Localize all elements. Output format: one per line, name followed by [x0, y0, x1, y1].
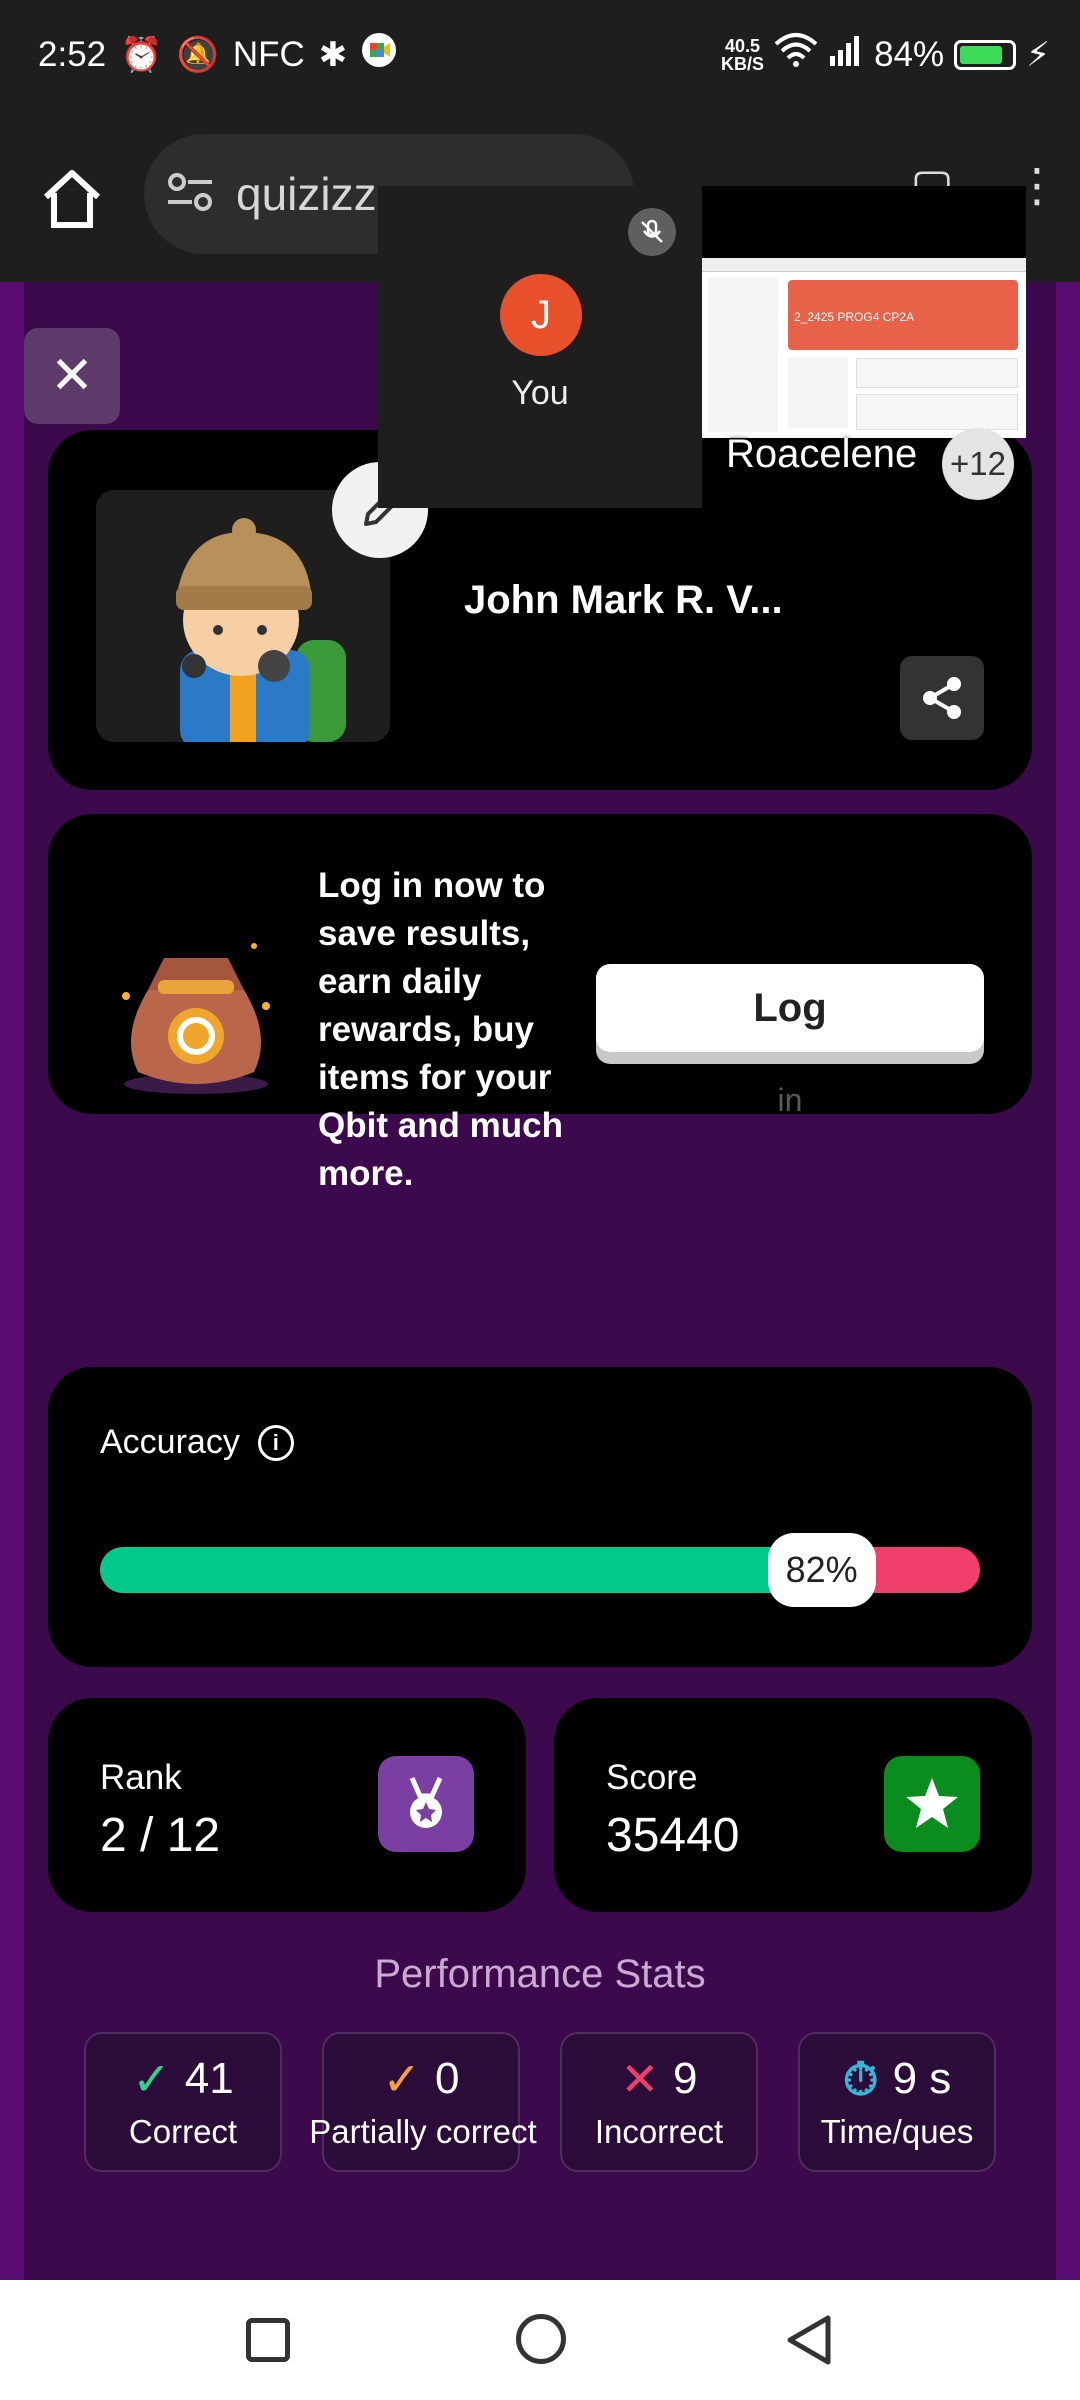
mic-off-icon: [628, 208, 676, 256]
performance-stats: ✓ 41 Correct ✓ 0 Partially correct ✕ 9 I…: [84, 2032, 996, 2172]
home-button[interactable]: [38, 165, 106, 233]
accuracy-label: Accuracy: [100, 1423, 240, 1461]
battery-icon: [954, 39, 1017, 70]
presenter-name: Roacelene: [726, 432, 918, 476]
battery-percent: 84%: [874, 34, 945, 74]
close-icon: ✕: [50, 347, 94, 405]
share-button[interactable]: [900, 656, 984, 740]
rank-card: Rank 2 / 12: [48, 1698, 526, 1912]
rank-value: 2 / 12: [100, 1809, 221, 1862]
rank-label: Rank: [100, 1758, 182, 1797]
shared-screen-title: 2_2425 PROG4 CP2A: [794, 310, 915, 324]
alarm-icon: ⏰: [120, 35, 163, 74]
system-nav-bar: [0, 2280, 1080, 2400]
more-participants-badge[interactable]: +12: [942, 428, 1014, 500]
accuracy-percent: 82%: [767, 1533, 876, 1607]
back-icon: [787, 2315, 831, 2365]
partial-count: 0: [435, 2054, 460, 2103]
accuracy-bar-fill: [100, 1547, 822, 1593]
login-button-overflow: in: [777, 1082, 803, 1118]
battery-level: [960, 45, 1003, 64]
home-icon: [43, 170, 101, 228]
close-button[interactable]: ✕: [24, 328, 120, 424]
meet-app-icon: [361, 32, 397, 77]
time-label: Time/ques: [820, 2113, 974, 2150]
home-nav-button[interactable]: [516, 2314, 566, 2364]
stat-time-per-question: ⏱ 9 s Time/ques: [798, 2032, 996, 2172]
presenter-screen-tile[interactable]: 2_2425 PROG4 CP2A: [702, 186, 1026, 438]
participant-avatar: J: [500, 274, 582, 356]
status-bar: 2:52 ⏰ 🔕 NFC ✱ 40.5 KB/S 84% ⚡: [0, 0, 1080, 110]
stat-correct: ✓ 41 Correct: [84, 2032, 282, 2172]
back-button[interactable]: [784, 2314, 832, 2371]
partial-check-icon: ✓: [382, 2053, 422, 2105]
bluetooth-icon: ✱: [318, 35, 348, 74]
player-name: John Mark R. V...: [464, 578, 783, 622]
check-icon: ✓: [132, 2053, 171, 2105]
cross-icon: ✕: [620, 2053, 660, 2105]
score-value: 35440: [606, 1809, 740, 1862]
score-label: Score: [606, 1758, 698, 1797]
stat-partially-correct: ✓ 0 Partially correct: [309, 2032, 537, 2172]
time-value: 9 s: [892, 2054, 952, 2103]
notifications-off-icon: 🔕: [176, 35, 219, 74]
incorrect-label: Incorrect: [594, 2113, 724, 2150]
stat-incorrect: ✕ 9 Incorrect: [560, 2032, 758, 2172]
medal-icon: [378, 1756, 474, 1852]
score-card: Score 35440: [554, 1698, 1032, 1912]
timer-icon: ⏱: [842, 2053, 879, 2105]
correct-label: Correct: [128, 2113, 238, 2150]
charging-icon: ⚡: [1026, 35, 1050, 74]
clock: 2:52: [38, 34, 107, 74]
partial-label: Partially correct: [309, 2113, 537, 2150]
shared-screen-preview: 2_2425 PROG4 CP2A: [702, 258, 1026, 438]
login-promo-message: Log in now to save results, earn daily r…: [318, 866, 563, 1193]
money-bag-icon: [108, 906, 284, 1102]
performance-title: Performance Stats: [374, 1952, 706, 1996]
login-button[interactable]: Log: [596, 964, 984, 1052]
accuracy-card: Accuracy i 82%: [48, 1367, 1032, 1667]
share-icon: [923, 677, 961, 719]
participant-self-label: You: [511, 374, 569, 412]
incorrect-count: 9: [673, 2054, 698, 2103]
recents-button[interactable]: [246, 2318, 290, 2362]
video-call-self-tile[interactable]: J You: [378, 186, 702, 508]
login-promo-card: Log in now to save results, earn daily r…: [48, 814, 1032, 1193]
url-text: quizizz: [236, 168, 377, 220]
wifi-icon: [774, 32, 818, 77]
nfc-label: NFC: [232, 34, 305, 74]
site-settings-icon[interactable]: [166, 170, 214, 219]
network-speed: 40.5 KB/S: [721, 35, 765, 74]
info-icon[interactable]: i: [257, 1424, 294, 1461]
signal-icon: [828, 34, 864, 75]
star-icon: [884, 1756, 980, 1852]
correct-count: 41: [184, 2054, 234, 2103]
quiz-results-page: ✕ John Mark R. V... Log in now to save r…: [0, 282, 1080, 2280]
